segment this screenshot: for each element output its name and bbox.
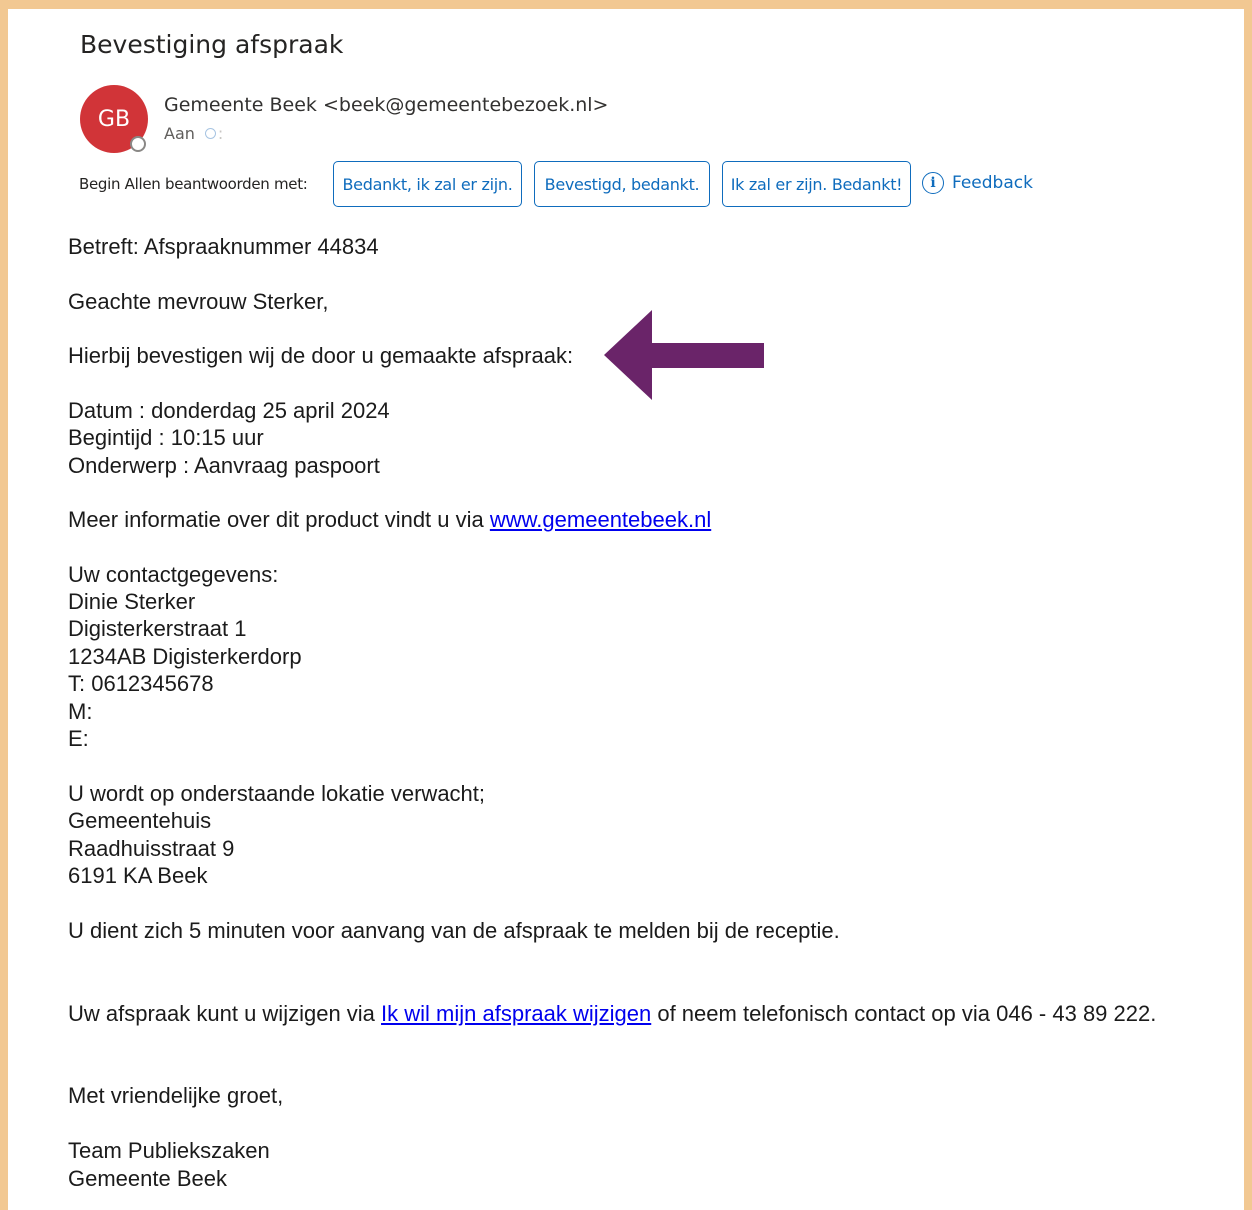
presence-status-icon — [130, 136, 146, 152]
contact-phone: T: 0612345678 — [68, 671, 214, 696]
appointment-date: Datum : donderdag 25 april 2024 — [68, 398, 390, 423]
feedback-link[interactable]: i Feedback — [922, 172, 1033, 194]
location-street: Raadhuisstraat 9 — [68, 836, 235, 861]
appointment-topic: Onderwerp : Aanvraag paspoort — [68, 453, 380, 478]
closing: Met vriendelijke groet, — [68, 1083, 284, 1108]
contact-city: 1234AB Digisterkerdorp — [68, 644, 302, 669]
location-heading: U wordt op onderstaande lokatie verwacht… — [68, 781, 486, 806]
email-subject: Bevestiging afspraak — [80, 30, 344, 59]
change-appointment-link[interactable]: Ik wil mijn afspraak wijzigen — [381, 1001, 651, 1026]
quick-reply-button[interactable]: Ik zal er zijn. Bedankt! — [722, 161, 911, 207]
to-label: Aan — [164, 124, 195, 143]
recipient-row: Aan : — [164, 124, 223, 143]
contact-email: E: — [68, 726, 89, 751]
signature-team: Team Publiekszaken — [68, 1138, 270, 1163]
recipient-status-icon — [204, 128, 216, 139]
more-info-text: Meer informatie over dit product vindt u… — [68, 507, 490, 532]
quick-reply-button[interactable]: Bevestigd, bedankt. — [534, 161, 710, 207]
contact-mobile: M: — [68, 699, 93, 724]
greeting: Geachte mevrouw Sterker, — [68, 289, 329, 314]
recipient-separator: : — [217, 124, 224, 143]
contact-name: Dinie Sterker — [68, 589, 196, 614]
info-icon: i — [922, 172, 944, 194]
quick-reply-button[interactable]: Bedankt, ik zal er zijn. — [333, 161, 522, 207]
avatar-initials: GB — [97, 106, 131, 132]
arrival-note: U dient zich 5 minuten voor aanvang van … — [68, 918, 840, 943]
more-info-line: Meer informatie over dit product vindt u… — [68, 506, 711, 534]
signature-org: Gemeente Beek — [68, 1166, 227, 1191]
contact-heading: Uw contactgegevens: — [68, 562, 279, 587]
intro-line: Hierbij bevestigen wij de door u gemaakt… — [68, 343, 574, 368]
feedback-label: Feedback — [952, 173, 1033, 193]
change-suffix: of neem telefonisch contact op via 046 -… — [651, 1001, 1157, 1026]
change-prefix: Uw afspraak kunt u wijzigen via — [68, 1001, 382, 1026]
quick-reply-label: Begin Allen beantwoorden met: — [79, 175, 308, 193]
contact-street: Digisterkerstraat 1 — [68, 616, 247, 641]
location-name: Gemeentehuis — [68, 808, 212, 833]
change-appointment-line: Uw afspraak kunt u wijzigen via Ik wil m… — [68, 1000, 1156, 1028]
appointment-time: Begintijd : 10:15 uur — [68, 425, 264, 450]
website-link[interactable]: www.gemeentebeek.nl — [490, 507, 711, 532]
location-city: 6191 KA Beek — [68, 863, 208, 888]
regarding-line: Betreft: Afspraaknummer 44834 — [68, 234, 379, 259]
annotation-arrow-icon — [604, 310, 764, 400]
sender-name[interactable]: Gemeente Beek <beek@gemeentebezoek.nl> — [164, 94, 608, 116]
